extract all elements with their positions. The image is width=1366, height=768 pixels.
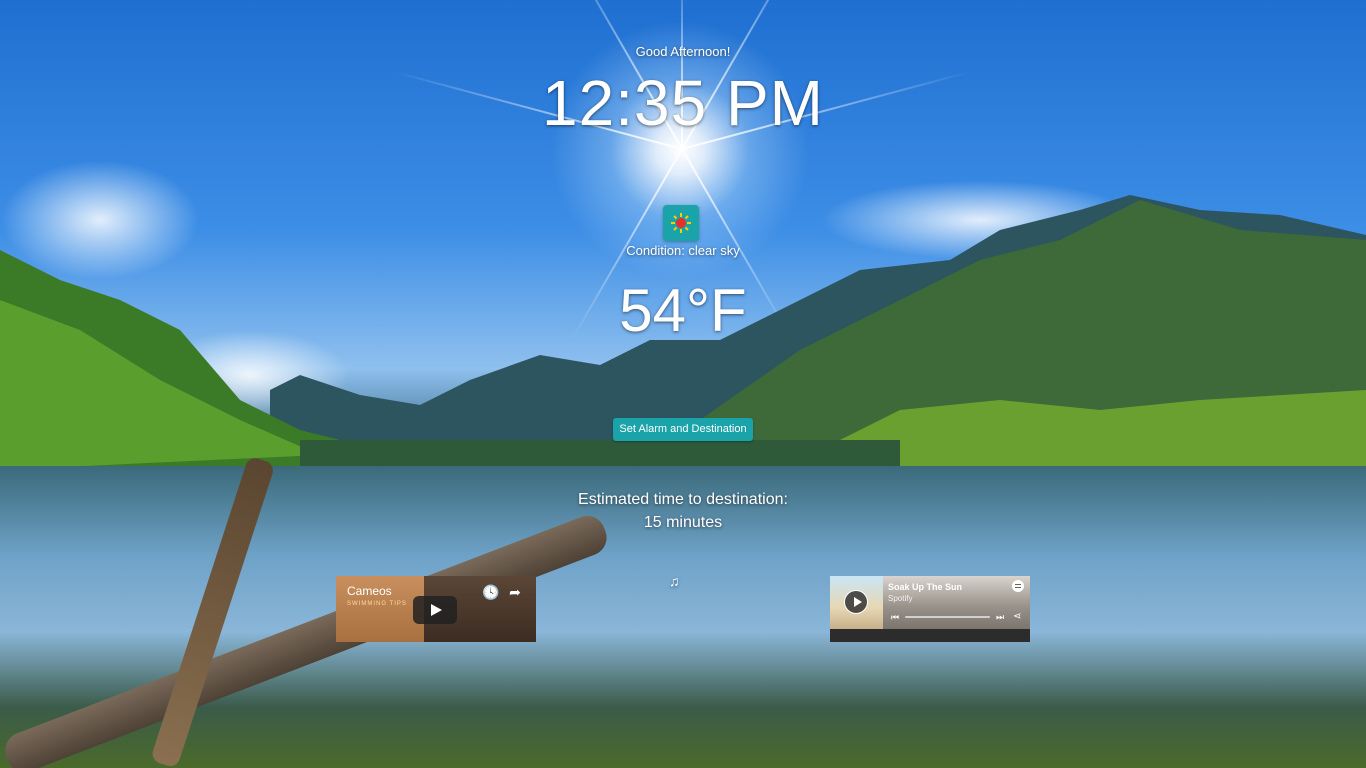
watch-later-icon[interactable]: 🕓 <box>482 583 500 601</box>
dashboard-overlay: Good Afternoon! 12:35 PM Condition: clea… <box>0 0 1366 768</box>
video-embed[interactable]: Cameos SWIMMING TIPS 🕓 ➦ <box>336 576 536 642</box>
set-alarm-button[interactable]: Set Alarm and Destination <box>613 418 753 441</box>
greeting-text: Good Afternoon! <box>635 44 731 59</box>
video-title[interactable]: Cameos <box>347 584 392 598</box>
share-icon[interactable]: ➦ <box>506 583 524 601</box>
previous-icon[interactable]: ⏮ <box>891 612 899 623</box>
next-icon[interactable]: ⏭ <box>996 612 1004 623</box>
track-title[interactable]: Soak Up The Sun <box>888 582 962 592</box>
eta-label: Estimated time to destination: <box>578 491 788 508</box>
artist-name[interactable]: Spotify <box>888 594 912 603</box>
music-note-icon: ♫ <box>669 573 680 589</box>
progress-bar[interactable] <box>905 616 990 618</box>
play-icon[interactable] <box>844 590 868 614</box>
temperature: 54°F <box>619 277 747 344</box>
spotify-embed[interactable]: Soak Up The Sun Spotify ⏮ ⏭ ⋖ <box>830 576 1030 642</box>
embed-footer <box>830 629 1030 642</box>
spotify-logo-icon[interactable] <box>1012 580 1024 592</box>
sun-icon <box>663 205 699 241</box>
weather-condition: Condition: clear sky <box>626 243 740 258</box>
play-icon[interactable] <box>413 596 457 624</box>
eta-value: 15 minutes <box>643 514 723 531</box>
clock: 12:35 PM <box>542 67 824 139</box>
share-icon[interactable]: ⋖ <box>1013 611 1021 622</box>
video-subtitle: SWIMMING TIPS <box>347 601 407 607</box>
